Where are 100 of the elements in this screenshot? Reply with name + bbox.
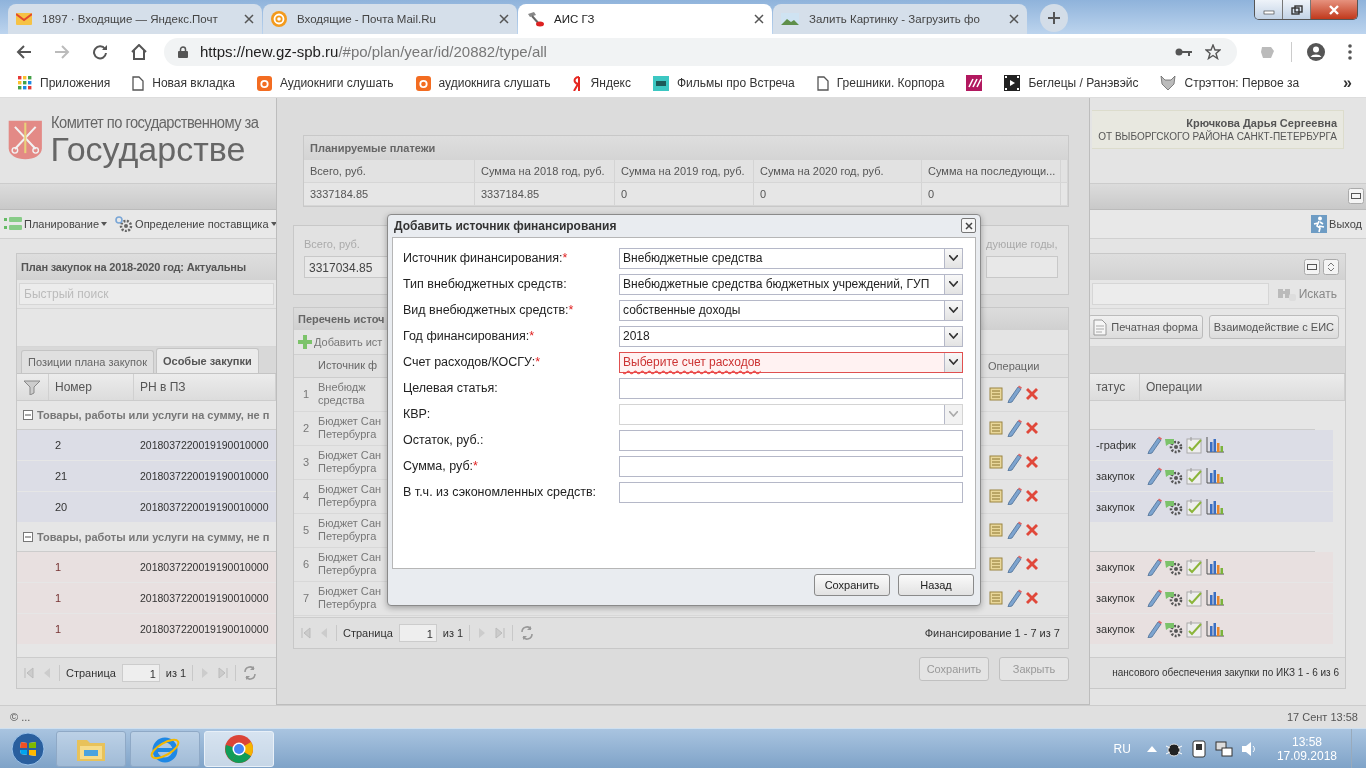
browser-tab[interactable]: АИС ГЗ [518,3,772,34]
column-header[interactable]: Сумма на 2020 год, руб. [754,159,922,182]
table-cell-text: -график [1095,438,1137,451]
column-header[interactable]: Операции [1140,373,1345,400]
table-cell: Бюджет Сан Петербурга [318,415,382,442]
column-header[interactable]: Всего, руб. [304,159,475,182]
table-row[interactable]: закупок [1090,582,1333,614]
organization-name: Комитет по государственному за [50,114,258,133]
toolbar-button[interactable]: Взаимодействие с ЕИС [1208,315,1339,340]
table-row[interactable]: 1 2018037220019190010000 [17,613,276,645]
field-label: Вид внебюджетных средств:* [403,303,575,318]
table-row[interactable]: закупок [1090,551,1333,583]
dropdown[interactable]: Выберите счет расходов [619,351,963,373]
bookmark-label: Фильмы про Встреча [676,76,795,91]
page-input[interactable]: 1 [121,663,160,682]
column-header[interactable]: Источник ф [318,359,382,373]
field-label: Год финансирования:* [403,329,535,344]
column-header[interactable]: татус [1090,373,1140,400]
field-label: Остаток, руб.: [403,433,485,448]
page-label: Страница [343,626,393,639]
tab[interactable]: Особые закупки [155,347,259,373]
page-count: из 1 [165,666,187,679]
bookmark[interactable]: Фильмы про Встреча [644,75,803,91]
column-header[interactable]: Операции [978,359,1068,372]
browser-tab[interactable]: Входящие - Почта Mail.Ru [263,3,517,34]
table-cell-text: 1 [54,591,63,604]
url-text: https://new.gz-spb.ru/#po/plan/year/id/20882/type/all [200,43,547,61]
bookmark[interactable]: Приложения [10,76,119,91]
menu-item[interactable]: Планирование [4,216,108,231]
table-cell: Бюджет Сан Петербурга [318,585,382,612]
table-cell-text: 2 [54,438,63,451]
add-button[interactable]: Добавить ист [298,334,383,349]
column-header[interactable]: Сумма на последующи... [922,159,1061,182]
bookmark[interactable]: Новая вкладка [124,75,243,91]
table-row[interactable]: -график [1090,429,1333,461]
table-cell-text: 1 [54,622,63,635]
group-title: Товары, работы или услуги на сумму, не п [37,408,270,421]
bookmark-label: Беглецы / Ранэвэйс [1028,76,1139,91]
row-number: 3 [301,456,311,469]
table-row[interactable]: закупок [1090,460,1333,492]
tab-title: 1897 · Входящие — Яндекс.Почт [42,12,219,25]
bookmark[interactable]: Стрэттон: Первое за [1152,75,1308,92]
bookmark-label: Новая вкладка [152,76,235,91]
modal-button[interactable]: Назад [898,573,974,596]
address-bar[interactable]: https://new.gz-spb.ru/#po/plan/year/id/20882/type/all [164,37,1237,66]
table-row[interactable]: закупок [1090,491,1333,523]
bookmark[interactable]: Грешники. Корпора [808,75,953,91]
tab-title: Входящие - Почта Mail.Ru [297,12,437,25]
table-cell-text: 2018037220019190010000 [139,500,270,513]
browser-tab[interactable]: Залить Картинку - Загрузить фо [773,3,1027,34]
bookmark[interactable]: аудиокнига слушать [407,75,559,91]
table-cell: 0 [922,182,1061,205]
table-cell-text: 2018037220019190010000 [139,622,270,635]
panel-title: Перечень источ [298,312,385,325]
field-label: Тип внебюджетных средств: [403,277,568,292]
table-cell: Бюджет Сан Петербурга [318,517,382,544]
more-bookmarks[interactable]: » [1343,74,1352,93]
page-input[interactable]: 1 [398,623,437,642]
bookmark-label: Грешники. Корпора [836,76,945,91]
table-cell: 3337184.85 [304,182,475,205]
toolbar-button[interactable]: Печатная форма [1088,315,1203,340]
table-cell: Бюджет Сан Петербурга [318,551,382,578]
field-label: Источник финансирования:* [403,251,569,266]
dropdown[interactable]: Внебюджетные средства [619,247,963,269]
dropdown[interactable]: Внебюджетные средства бюджетных учреждений, ГУП [619,273,963,295]
dropdown[interactable]: 2018 [619,325,963,347]
tab-title: АИС ГЗ [554,12,596,25]
bookmark[interactable]: Беглецы / Ранэвэйс [996,75,1147,92]
dropdown[interactable]: собственные доходы [619,299,963,321]
field-label: В т.ч. из сэкономленных средств: [403,485,598,500]
modal-button[interactable]: Сохранить [814,573,890,596]
table-cell-text: закупок [1095,622,1136,635]
table-cell: 3337184.85 [475,182,615,205]
table-row[interactable]: 1 2018037220019190010000 [17,551,276,583]
table-cell-text: 2018037220019190010000 [139,438,270,451]
table-cell-text: 2018037220019190010000 [139,591,270,604]
table-row[interactable]: 21 2018037220019190010000 [17,460,276,492]
bookmark-label: Стрэттон: Первое за [1184,76,1300,91]
column-header[interactable]: Сумма на 2018 год, руб. [475,159,615,182]
tab[interactable]: Позиции плана закупок [21,349,154,373]
panel-title: Планируемые платежи [304,135,1068,160]
table-cell-text: закупок [1095,591,1136,604]
column-header[interactable]: Сумма на 2019 год, руб. [615,159,754,182]
table-cell-text: 2018037220019190010000 [139,469,270,482]
table-cell-text: 21 [54,469,69,482]
browser-tab[interactable]: 1897 · Входящие — Яндекс.Почт [8,3,262,34]
table-row[interactable]: 2 2018037220019190010000 [17,429,276,461]
row-number: 5 [301,524,311,537]
bookmark[interactable]: Аудиокниги слушать [248,75,402,91]
site-title: Государстве [50,132,247,167]
table-row[interactable]: 1 2018037220019190010000 [17,582,276,614]
table-row[interactable]: 20 2018037220019190010000 [17,491,276,523]
field-label: КВР: [403,407,432,422]
logout-button[interactable]: Выход [1311,214,1362,233]
user-organization: ОТ ВЫБОРГСКОГО РАЙОНА САНКТ-ПЕТЕРБУРГА [1098,130,1337,142]
column-header[interactable]: Номер [49,373,134,400]
table-cell-text: закупок [1095,500,1136,513]
table-row[interactable]: закупок [1090,613,1333,645]
bookmark[interactable]: Яндекс [564,75,639,91]
tab-title: Залить Картинку - Загрузить фо [809,12,981,25]
